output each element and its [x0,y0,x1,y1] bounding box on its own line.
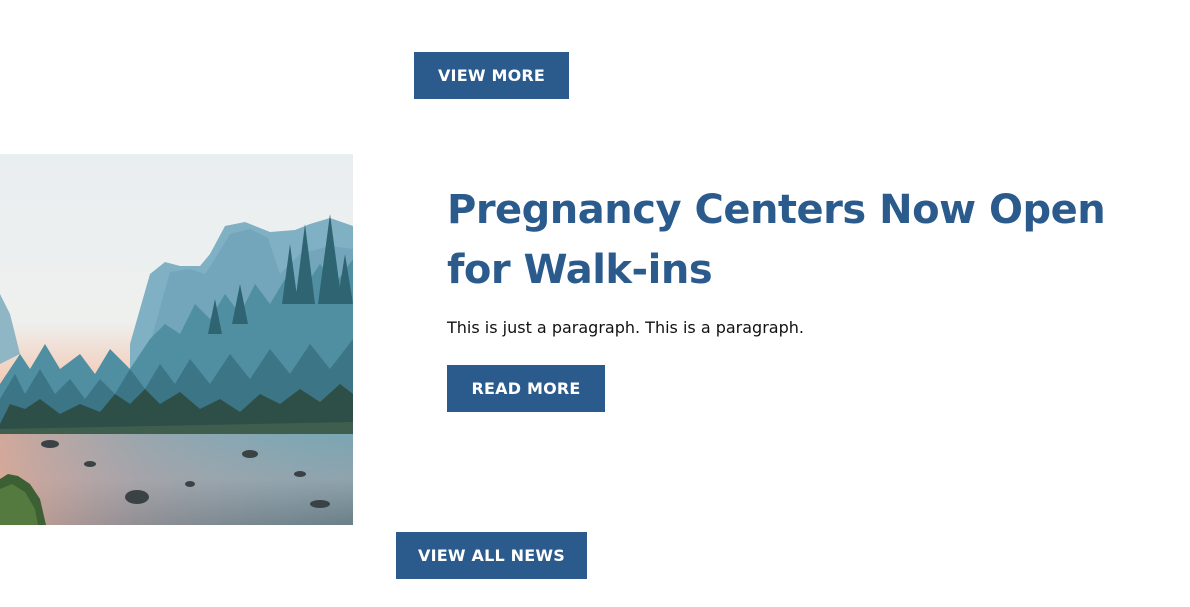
view-all-news-button[interactable]: VIEW ALL NEWS [396,532,587,579]
news-title[interactable]: Pregnancy Centers Now Open for Walk-ins [447,180,1167,300]
news-excerpt: This is just a paragraph. This is a para… [447,318,804,337]
news-section: VIEW MORE Pregnancy Centers Now Open for… [0,0,1190,607]
read-more-button[interactable]: READ MORE [447,365,605,412]
view-more-button[interactable]: VIEW MORE [414,52,569,99]
news-thumbnail-image[interactable] [0,154,353,525]
landscape-picture [0,154,353,525]
